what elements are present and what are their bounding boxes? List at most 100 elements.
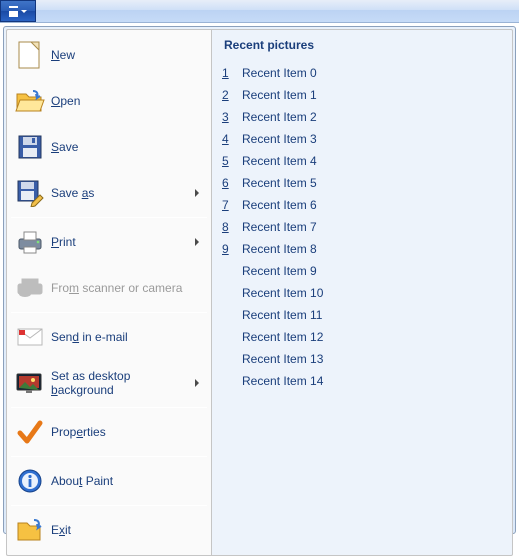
info-icon [17, 468, 43, 494]
open-folder-icon [13, 88, 47, 114]
menu-item-label: Send in e-mail [47, 330, 205, 344]
menu-item-open[interactable]: Open [7, 78, 211, 124]
document-glyph-icon [9, 6, 18, 17]
exit-icon [16, 517, 44, 543]
menu-item-saveas[interactable]: Save as [7, 170, 211, 216]
recent-item-label: Recent Item 14 [236, 374, 323, 388]
menu-item-about[interactable]: About Paint [7, 458, 211, 504]
recent-item[interactable]: Recent Item 10 [222, 282, 502, 304]
recent-item[interactable]: Recent Item 12 [222, 326, 502, 348]
recent-item[interactable]: Recent Item 9 [222, 260, 502, 282]
recent-item[interactable]: 6Recent Item 5 [222, 172, 502, 194]
submenu-arrow-icon [195, 189, 199, 197]
recent-item-label: Recent Item 0 [236, 66, 317, 80]
menu-item-print[interactable]: Print [7, 219, 211, 265]
scanner-icon [15, 276, 45, 300]
menu-separator [11, 456, 207, 457]
recent-item-label: Recent Item 2 [236, 110, 317, 124]
menu-item-label: Set as desktop background [47, 369, 195, 397]
recent-item-accelerator: 9 [222, 242, 236, 256]
recent-item-label: Recent Item 12 [236, 330, 323, 344]
recent-item[interactable]: 7Recent Item 6 [222, 194, 502, 216]
menu-separator [11, 407, 207, 408]
recent-item-label: Recent Item 3 [236, 132, 317, 146]
menu-item-scanner: From scanner or camera [7, 265, 211, 311]
wallpaper-icon [15, 371, 45, 395]
new-file-icon [13, 40, 47, 70]
new-file-icon [17, 40, 43, 70]
recent-item-accelerator: 1 [222, 66, 236, 80]
menu-item-properties[interactable]: Properties [7, 409, 211, 455]
email-icon [16, 327, 44, 347]
open-folder-icon [15, 88, 45, 114]
recent-item[interactable]: 9Recent Item 8 [222, 238, 502, 260]
recent-item[interactable]: 2Recent Item 1 [222, 84, 502, 106]
menu-item-label: Open [47, 94, 205, 108]
menu-item-label: Properties [47, 425, 205, 439]
submenu-arrow-icon [195, 238, 199, 246]
submenu-arrow-icon [195, 379, 199, 387]
menu-item-save[interactable]: Save [7, 124, 211, 170]
recent-item[interactable]: 4Recent Item 3 [222, 128, 502, 150]
recent-item-label: Recent Item 8 [236, 242, 317, 256]
checkmark-icon [17, 419, 43, 445]
recent-item[interactable]: Recent Item 14 [222, 370, 502, 392]
recent-item-label: Recent Item 13 [236, 352, 323, 366]
menu-item-new[interactable]: New [7, 32, 211, 78]
menu-item-label: Save [47, 140, 205, 154]
menu-item-label: New [47, 48, 205, 62]
menu-recent-panel: Recent pictures 1Recent Item 02Recent It… [211, 29, 513, 556]
recent-item-label: Recent Item 5 [236, 176, 317, 190]
scanner-icon [13, 276, 47, 300]
menu-body: New Open Save Save as Print From scanner or c… [6, 29, 513, 556]
info-icon [13, 468, 47, 494]
recent-item-accelerator: 3 [222, 110, 236, 124]
menu-separator [11, 312, 207, 313]
email-icon [13, 327, 47, 347]
recent-item-accelerator: 6 [222, 176, 236, 190]
recent-item[interactable]: 1Recent Item 0 [222, 62, 502, 84]
recent-list: 1Recent Item 02Recent Item 13Recent Item… [222, 62, 502, 392]
save-disk-icon [17, 134, 43, 160]
menu-item-exit[interactable]: Exit [7, 507, 211, 553]
recent-item[interactable]: 3Recent Item 2 [222, 106, 502, 128]
menu-separator [11, 505, 207, 506]
save-as-icon [13, 179, 47, 207]
recent-item-accelerator: 7 [222, 198, 236, 212]
recent-item-label: Recent Item 7 [236, 220, 317, 234]
titlebar [0, 0, 519, 23]
menu-main-commands: New Open Save Save as Print From scanner or c… [6, 29, 211, 556]
recent-item-label: Recent Item 10 [236, 286, 323, 300]
recent-item[interactable]: 5Recent Item 4 [222, 150, 502, 172]
recent-item-label: Recent Item 11 [236, 308, 322, 322]
menu-item-label: Save as [47, 186, 195, 200]
application-menu-button[interactable] [0, 0, 36, 22]
recent-item-accelerator: 2 [222, 88, 236, 102]
recent-item[interactable]: Recent Item 11 [222, 304, 502, 326]
chevron-down-icon [21, 10, 27, 13]
menu-item-label: From scanner or camera [47, 281, 205, 295]
recent-item-label: Recent Item 9 [236, 264, 317, 278]
recent-item-label: Recent Item 1 [236, 88, 317, 102]
exit-icon [13, 517, 47, 543]
menu-item-label: Print [47, 235, 195, 249]
menu-item-label: Exit [47, 523, 205, 537]
menu-separator [11, 217, 207, 218]
save-as-icon [16, 179, 44, 207]
menu-item-label: About Paint [47, 474, 205, 488]
save-disk-icon [13, 134, 47, 160]
recent-item-label: Recent Item 4 [236, 154, 317, 168]
recent-item-accelerator: 8 [222, 220, 236, 234]
wallpaper-icon [13, 371, 47, 395]
recent-item-accelerator: 5 [222, 154, 236, 168]
menu-item-email[interactable]: Send in e-mail [7, 314, 211, 360]
recent-item[interactable]: Recent Item 13 [222, 348, 502, 370]
recent-header: Recent pictures [222, 36, 502, 62]
recent-item-accelerator: 4 [222, 132, 236, 146]
recent-item[interactable]: 8Recent Item 7 [222, 216, 502, 238]
printer-icon [13, 229, 47, 255]
application-menu-panel: New Open Save Save as Print From scanner or c… [3, 26, 516, 534]
menu-item-wallpaper[interactable]: Set as desktop background [7, 360, 211, 406]
checkmark-icon [13, 419, 47, 445]
printer-icon [15, 229, 45, 255]
